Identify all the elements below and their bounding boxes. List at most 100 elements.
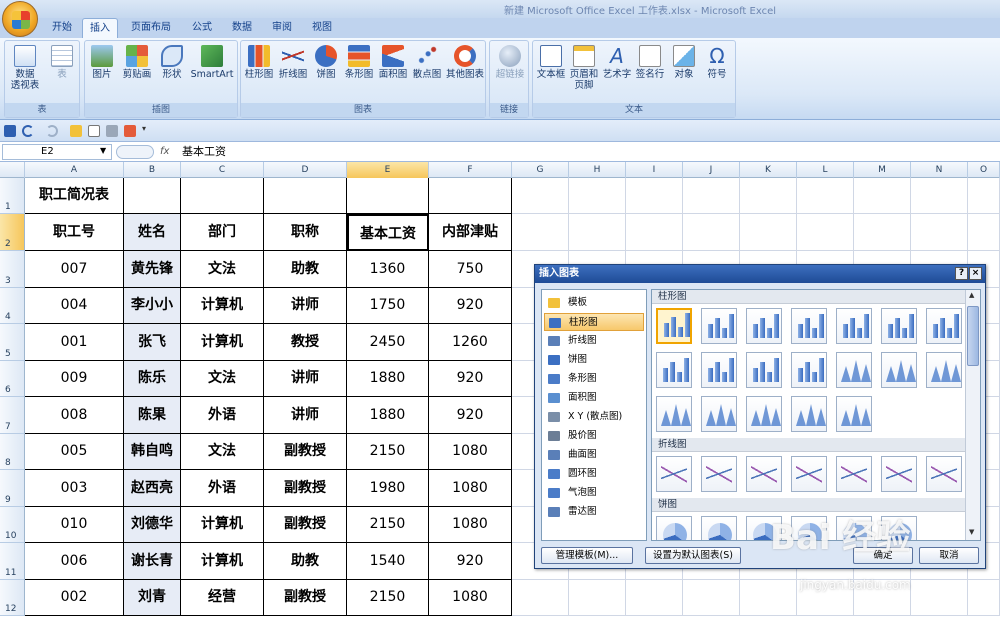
cell[interactable]: 008 [25, 397, 124, 434]
formula-bar-splitter[interactable] [116, 145, 154, 159]
column-header[interactable]: G [512, 162, 569, 178]
chart-type-thumbnail[interactable] [656, 352, 692, 388]
chart-category-item[interactable]: 饼图 [544, 351, 644, 369]
cell[interactable]: 009 [25, 361, 124, 397]
column-header[interactable]: K [740, 162, 797, 178]
chart-type-thumbnail[interactable] [701, 396, 737, 432]
chart-type-thumbnail[interactable] [701, 516, 737, 540]
cell[interactable]: 计算机 [181, 288, 264, 324]
cell[interactable] [854, 214, 911, 251]
cell[interactable] [683, 580, 740, 616]
area-chart-button[interactable]: 面积图 [377, 43, 409, 80]
cell[interactable]: 内部津贴 [429, 214, 512, 251]
chart-type-thumbnail[interactable] [656, 396, 692, 432]
cell[interactable]: 赵西亮 [124, 470, 181, 507]
cell[interactable] [626, 580, 683, 616]
cell[interactable]: 讲师 [264, 361, 347, 397]
tab-data[interactable]: 数据 [224, 18, 260, 38]
tab-insert[interactable]: 插入 [82, 18, 118, 39]
cell[interactable]: 1980 [347, 470, 429, 507]
shapes-button[interactable]: 形状 [157, 43, 187, 80]
column-header[interactable]: H [569, 162, 626, 178]
column-header[interactable]: C [181, 162, 264, 178]
chart-type-thumbnail[interactable] [791, 352, 827, 388]
cell[interactable]: 计算机 [181, 324, 264, 361]
cell[interactable]: 谢长青 [124, 543, 181, 580]
chart-category-item[interactable]: 股价图 [544, 427, 644, 445]
cell[interactable]: 刘青 [124, 580, 181, 616]
cell[interactable]: 1080 [429, 470, 512, 507]
cell[interactable]: 讲师 [264, 397, 347, 434]
cell[interactable]: 001 [25, 324, 124, 361]
cell[interactable]: 外语 [181, 397, 264, 434]
cell[interactable] [626, 178, 683, 214]
column-header[interactable]: M [854, 162, 911, 178]
cell[interactable]: 文法 [181, 434, 264, 470]
open-folder-icon[interactable] [70, 125, 82, 137]
chart-type-thumbnail[interactable] [926, 352, 962, 388]
chart-category-item[interactable]: 曲面图 [544, 446, 644, 464]
select-all-corner[interactable] [0, 162, 25, 178]
cell[interactable]: 陈果 [124, 397, 181, 434]
cell[interactable]: 副教授 [264, 470, 347, 507]
column-header[interactable]: D [264, 162, 347, 178]
row-header[interactable]: 7 [0, 397, 25, 434]
chart-type-thumbnail[interactable] [701, 352, 737, 388]
cell[interactable] [512, 214, 569, 251]
chart-type-thumbnail[interactable] [836, 456, 872, 492]
chart-type-thumbnail[interactable] [746, 456, 782, 492]
cell[interactable]: 张飞 [124, 324, 181, 361]
cell[interactable] [797, 178, 854, 214]
cell[interactable]: 外语 [181, 470, 264, 507]
cell[interactable]: 基本工资 [347, 214, 429, 251]
smartart-button[interactable]: SmartArt [189, 43, 235, 80]
chart-category-item[interactable]: 折线图 [544, 332, 644, 350]
row-header[interactable]: 10 [0, 507, 25, 543]
cell[interactable] [626, 214, 683, 251]
office-button[interactable] [2, 1, 38, 37]
cell[interactable]: 副教授 [264, 580, 347, 616]
cell[interactable]: 003 [25, 470, 124, 507]
chart-category-item[interactable]: 模板 [544, 294, 644, 312]
scrollbar-thumb[interactable] [967, 306, 979, 366]
cell[interactable]: 教授 [264, 324, 347, 361]
chart-type-thumbnail[interactable] [701, 456, 737, 492]
chart-category-item[interactable]: X Y (散点图) [544, 408, 644, 426]
scatter-chart-button[interactable]: 散点图 [411, 43, 443, 80]
cell[interactable]: 1080 [429, 434, 512, 470]
chart-type-thumbnail[interactable] [926, 308, 962, 344]
chart-type-thumbnail[interactable] [656, 516, 692, 540]
cell[interactable] [968, 580, 1000, 616]
cell[interactable]: 1750 [347, 288, 429, 324]
chart-category-item[interactable]: 雷达图 [544, 503, 644, 521]
redo-icon[interactable] [46, 125, 58, 137]
manage-templates-button[interactable]: 管理模板(M)... [541, 547, 633, 564]
cell[interactable]: 004 [25, 288, 124, 324]
pie-chart-button[interactable]: 饼图 [311, 43, 341, 80]
column-header[interactable]: E [347, 162, 429, 178]
cell[interactable] [740, 214, 797, 251]
cell[interactable]: 职称 [264, 214, 347, 251]
cell[interactable] [968, 178, 1000, 214]
chart-category-item[interactable]: 面积图 [544, 389, 644, 407]
chart-type-thumbnail[interactable] [791, 396, 827, 432]
cell[interactable] [683, 178, 740, 214]
chart-type-thumbnail[interactable] [881, 456, 917, 492]
cell[interactable]: 黄先锋 [124, 251, 181, 288]
signature-line-button[interactable]: 签名行 [633, 43, 667, 80]
column-header[interactable]: N [911, 162, 968, 178]
cell[interactable]: 助教 [264, 251, 347, 288]
cell[interactable] [683, 214, 740, 251]
cell[interactable] [740, 580, 797, 616]
chart-type-thumbnail[interactable] [836, 352, 872, 388]
cell[interactable] [569, 178, 626, 214]
cell[interactable] [968, 214, 1000, 251]
cell[interactable] [854, 178, 911, 214]
cell[interactable]: 2150 [347, 507, 429, 543]
customize-qat-icon[interactable]: ▾ [142, 124, 150, 136]
save-icon[interactable] [4, 125, 16, 137]
cell[interactable]: 部门 [181, 214, 264, 251]
cell[interactable]: 1880 [347, 361, 429, 397]
row-header[interactable]: 8 [0, 434, 25, 470]
chart-type-thumbnail[interactable] [746, 352, 782, 388]
